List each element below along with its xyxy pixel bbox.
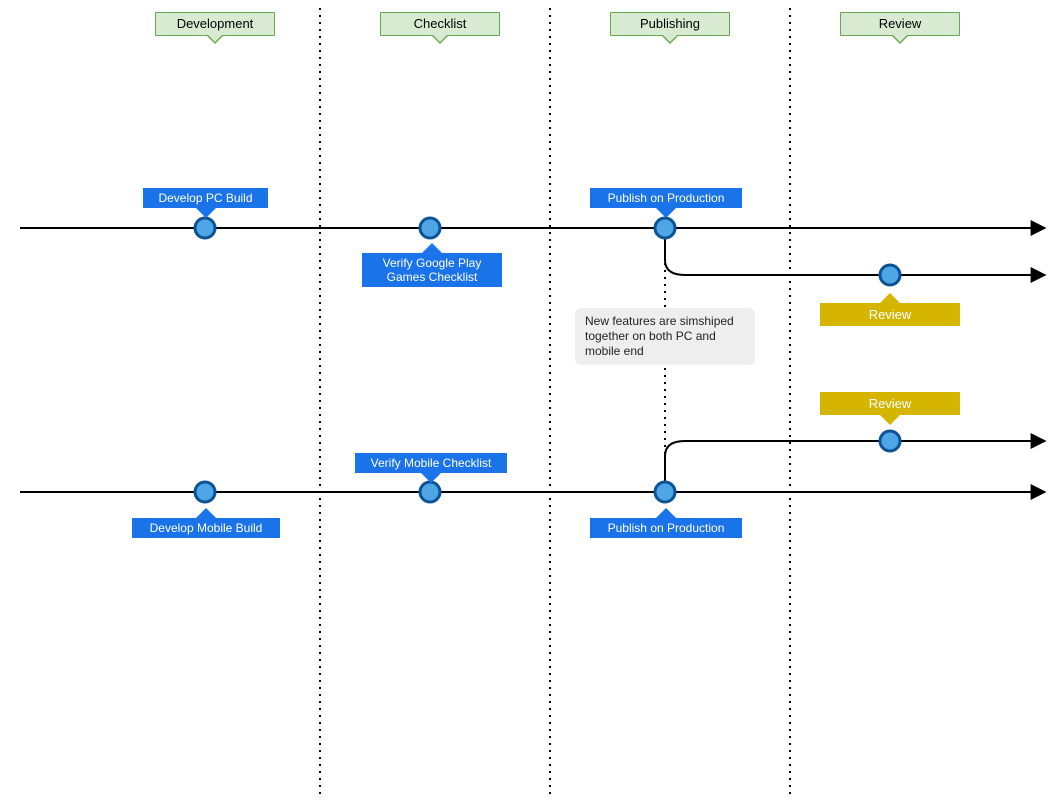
step-text: Verify Mobile Checklist <box>371 456 492 470</box>
diagram-canvas: Development Checklist Publishing Review … <box>0 0 1057 803</box>
chevron-up-icon <box>422 243 442 253</box>
chevron-up-icon <box>880 293 900 303</box>
mobile-publish-label: Publish on Production <box>590 518 742 538</box>
chevron-down-icon <box>421 473 441 483</box>
step-text: Publish on Production <box>608 191 725 205</box>
pc-develop-node <box>195 218 215 238</box>
step-text: Verify Google Play Games Checklist <box>383 256 482 284</box>
mobile-develop-label: Develop Mobile Build <box>132 518 280 538</box>
mobile-review-node <box>880 431 900 451</box>
pc-publish-label: Publish on Production <box>590 188 742 208</box>
step-text: Review <box>869 307 912 322</box>
phase-label: Development <box>177 16 254 31</box>
chevron-down-icon <box>196 208 216 218</box>
mobile-review-label: Review <box>820 392 960 415</box>
chevron-down-icon <box>207 34 223 42</box>
mobile-publish-node <box>655 482 675 502</box>
chevron-down-icon <box>662 34 678 42</box>
pc-publish-node <box>655 218 675 238</box>
step-text: Develop Mobile Build <box>150 521 263 535</box>
phase-label: Review <box>879 16 922 31</box>
step-text: Publish on Production <box>608 521 725 535</box>
chevron-up-icon <box>196 508 216 518</box>
pc-verify-label: Verify Google Play Games Checklist <box>362 253 502 287</box>
simship-note: New features are simshiped together on b… <box>575 308 755 365</box>
pc-review-node <box>880 265 900 285</box>
phase-label: Publishing <box>640 16 700 31</box>
chevron-down-icon <box>880 415 900 425</box>
mobile-develop-node <box>195 482 215 502</box>
chevron-down-icon <box>656 208 676 218</box>
phase-checklist: Checklist <box>380 12 500 36</box>
phase-development: Development <box>155 12 275 36</box>
phase-publishing: Publishing <box>610 12 730 36</box>
mobile-verify-node <box>420 482 440 502</box>
phase-review: Review <box>840 12 960 36</box>
chevron-up-icon <box>656 508 676 518</box>
pc-review-branch <box>665 228 1045 275</box>
note-text: New features are simshiped together on b… <box>585 314 734 358</box>
chevron-down-icon <box>892 34 908 42</box>
chevron-down-icon <box>432 34 448 42</box>
phase-label: Checklist <box>414 16 467 31</box>
pc-develop-label: Develop PC Build <box>143 188 268 208</box>
step-text: Develop PC Build <box>158 191 252 205</box>
pc-review-label: Review <box>820 303 960 326</box>
mobile-review-branch <box>665 441 1045 492</box>
mobile-verify-label: Verify Mobile Checklist <box>355 453 507 473</box>
step-text: Review <box>869 396 912 411</box>
pc-verify-node <box>420 218 440 238</box>
